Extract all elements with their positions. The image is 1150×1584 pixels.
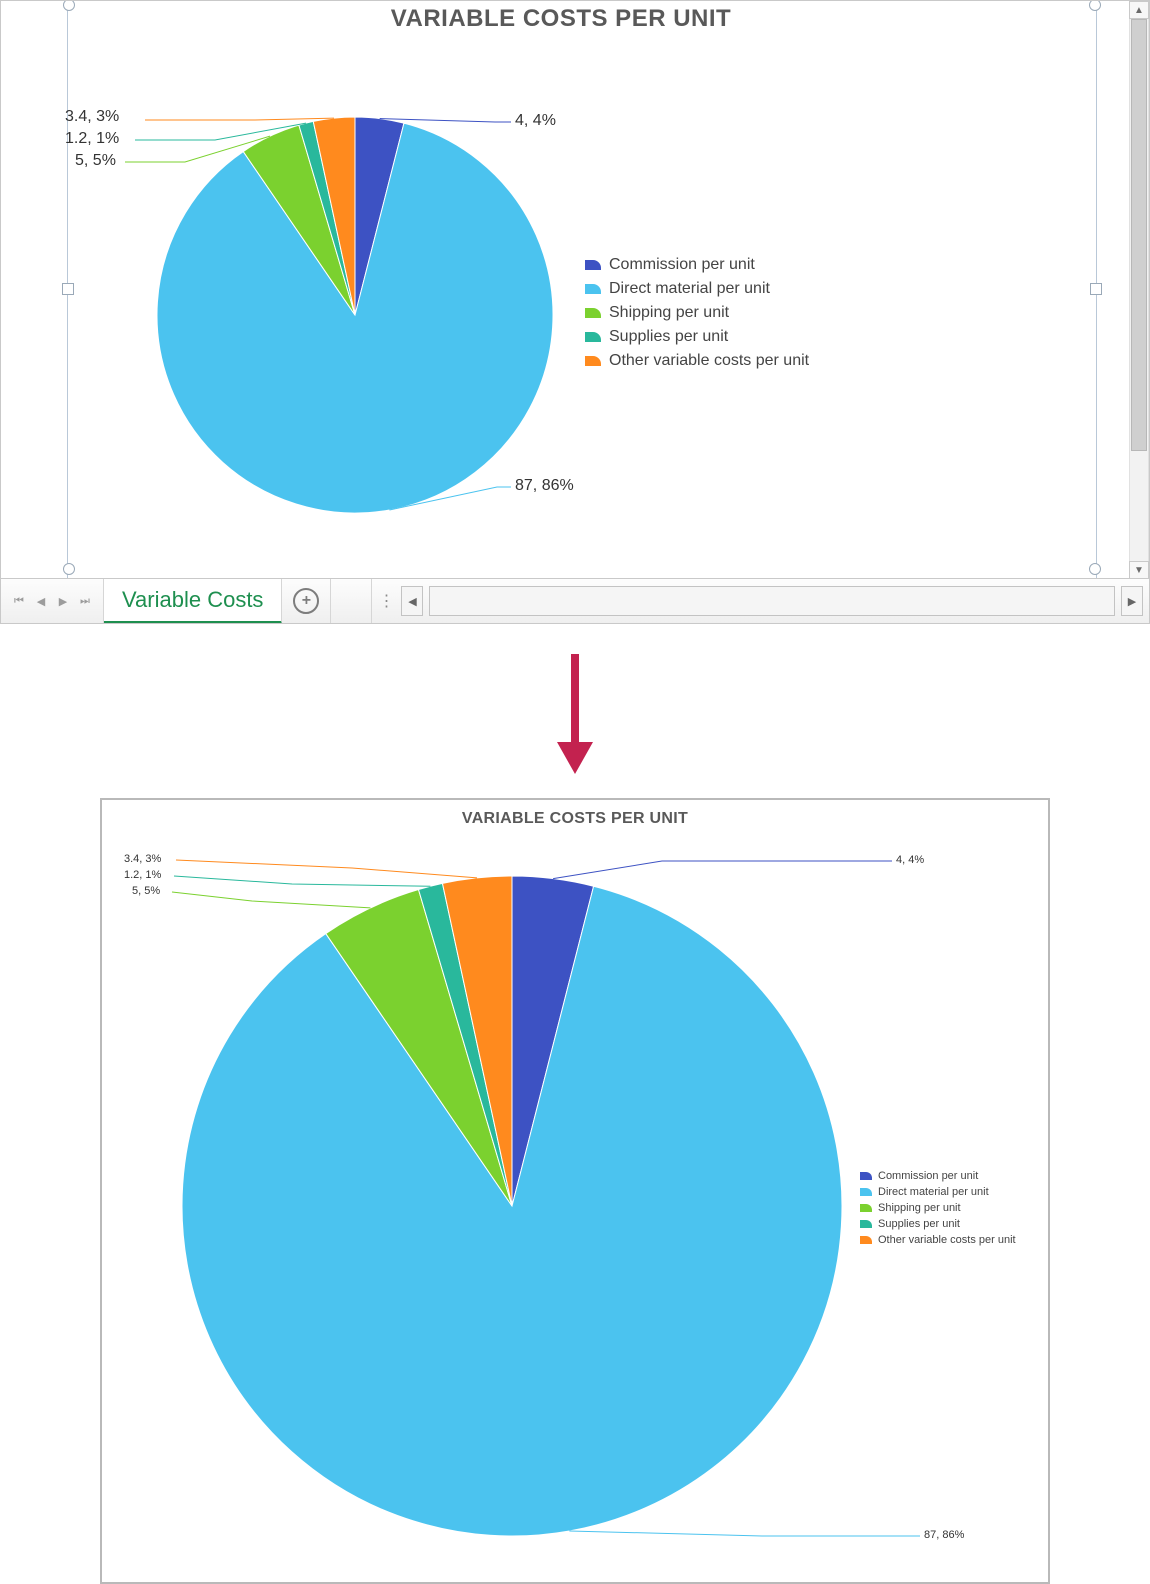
legend-label: Supplies per unit — [609, 325, 728, 349]
sheet-nav-buttons: ⏮ ◀ ▶ ⏭ — [1, 579, 104, 623]
legend: Commission per unitDirect material per u… — [585, 253, 809, 373]
prev-sheet-icon[interactable]: ◀ — [31, 591, 51, 611]
hscroll-track[interactable] — [429, 586, 1115, 616]
next-sheet-icon[interactable]: ▶ — [53, 591, 73, 611]
chart-title: VARIABLE COSTS PER UNIT — [102, 800, 1048, 828]
scroll-left-button[interactable]: ◀ — [401, 586, 423, 616]
grip-icon[interactable]: ⋮ — [378, 591, 395, 611]
legend-label: Shipping per unit — [878, 1200, 961, 1216]
data-label: 1.2, 1% — [65, 130, 119, 148]
legend-swatch — [860, 1236, 872, 1244]
legend-swatch — [585, 332, 601, 342]
legend-item: Supplies per unit — [860, 1216, 1016, 1232]
horizontal-scrollbar[interactable]: ⋮ ◀ ▶ — [372, 579, 1149, 623]
legend-label: Other variable costs per unit — [878, 1232, 1016, 1248]
legend-label: Other variable costs per unit — [609, 349, 809, 373]
legend-item: Direct material per unit — [860, 1184, 1016, 1200]
legend-swatch — [860, 1204, 872, 1212]
legend-item: Shipping per unit — [585, 301, 809, 325]
legend: Commission per unitDirect material per u… — [860, 1168, 1016, 1248]
pie-chart[interactable]: 4, 4% 87, 86% 5, 5% 1.2, 1% 3.4, 3% Commissio… — [15, 35, 1107, 579]
data-label: 3.4, 3% — [65, 108, 119, 126]
legend-swatch — [860, 1220, 872, 1228]
scroll-down-button[interactable]: ▼ — [1129, 561, 1149, 579]
sheet-tab-strip: ⏮ ◀ ▶ ⏭ Variable Costs + ⋮ ◀ ▶ — [1, 578, 1149, 623]
first-sheet-icon[interactable]: ⏮ — [9, 591, 29, 611]
plus-icon: + — [293, 588, 319, 614]
data-label: 5, 5% — [75, 152, 116, 170]
legend-item: Other variable costs per unit — [860, 1232, 1016, 1248]
sheet-tab-variable-costs[interactable]: Variable Costs — [104, 579, 282, 624]
excel-chart-panel: VARIABLE COSTS PER UNIT 4, 4% 87, 86% 5, 5… — [0, 0, 1150, 624]
legend-swatch — [585, 356, 601, 366]
data-label: 87, 86% — [924, 1529, 964, 1541]
scroll-right-button[interactable]: ▶ — [1121, 586, 1143, 616]
data-label: 5, 5% — [132, 885, 160, 897]
legend-swatch — [860, 1188, 872, 1196]
legend-item: Commission per unit — [860, 1168, 1016, 1184]
legend-label: Shipping per unit — [609, 301, 729, 325]
legend-swatch — [860, 1172, 872, 1180]
result-chart-panel: VARIABLE COSTS PER UNIT 4, 4% 87, 86% 5, 5… — [100, 798, 1050, 1584]
data-label: 4, 4% — [896, 854, 924, 866]
add-sheet-button[interactable]: + — [282, 579, 331, 623]
legend-item: Shipping per unit — [860, 1200, 1016, 1216]
data-label: 4, 4% — [515, 112, 556, 130]
last-sheet-icon[interactable]: ⏭ — [75, 591, 95, 611]
scroll-up-button[interactable]: ▲ — [1129, 1, 1149, 19]
vertical-scrollbar[interactable]: ▲ ▼ — [1129, 1, 1149, 579]
data-label: 3.4, 3% — [124, 853, 161, 865]
legend-label: Commission per unit — [878, 1168, 978, 1184]
legend-item: Other variable costs per unit — [585, 349, 809, 373]
legend-item: Direct material per unit — [585, 277, 809, 301]
data-label: 87, 86% — [515, 477, 574, 495]
legend-label: Commission per unit — [609, 253, 755, 277]
data-label: 1.2, 1% — [124, 869, 161, 881]
legend-swatch — [585, 308, 601, 318]
legend-item: Supplies per unit — [585, 325, 809, 349]
pie-chart: 4, 4% 87, 86% 5, 5% 1.2, 1% 3.4, 3% Commissio… — [102, 836, 1048, 1574]
legend-label: Direct material per unit — [609, 277, 770, 301]
scroll-thumb[interactable] — [1131, 19, 1147, 451]
down-arrow-icon — [0, 654, 1150, 774]
scroll-track[interactable] — [1129, 19, 1149, 561]
legend-swatch — [585, 284, 601, 294]
legend-label: Direct material per unit — [878, 1184, 989, 1200]
chart-title: VARIABLE COSTS PER UNIT — [15, 1, 1107, 33]
legend-swatch — [585, 260, 601, 270]
legend-label: Supplies per unit — [878, 1216, 960, 1232]
legend-item: Commission per unit — [585, 253, 809, 277]
